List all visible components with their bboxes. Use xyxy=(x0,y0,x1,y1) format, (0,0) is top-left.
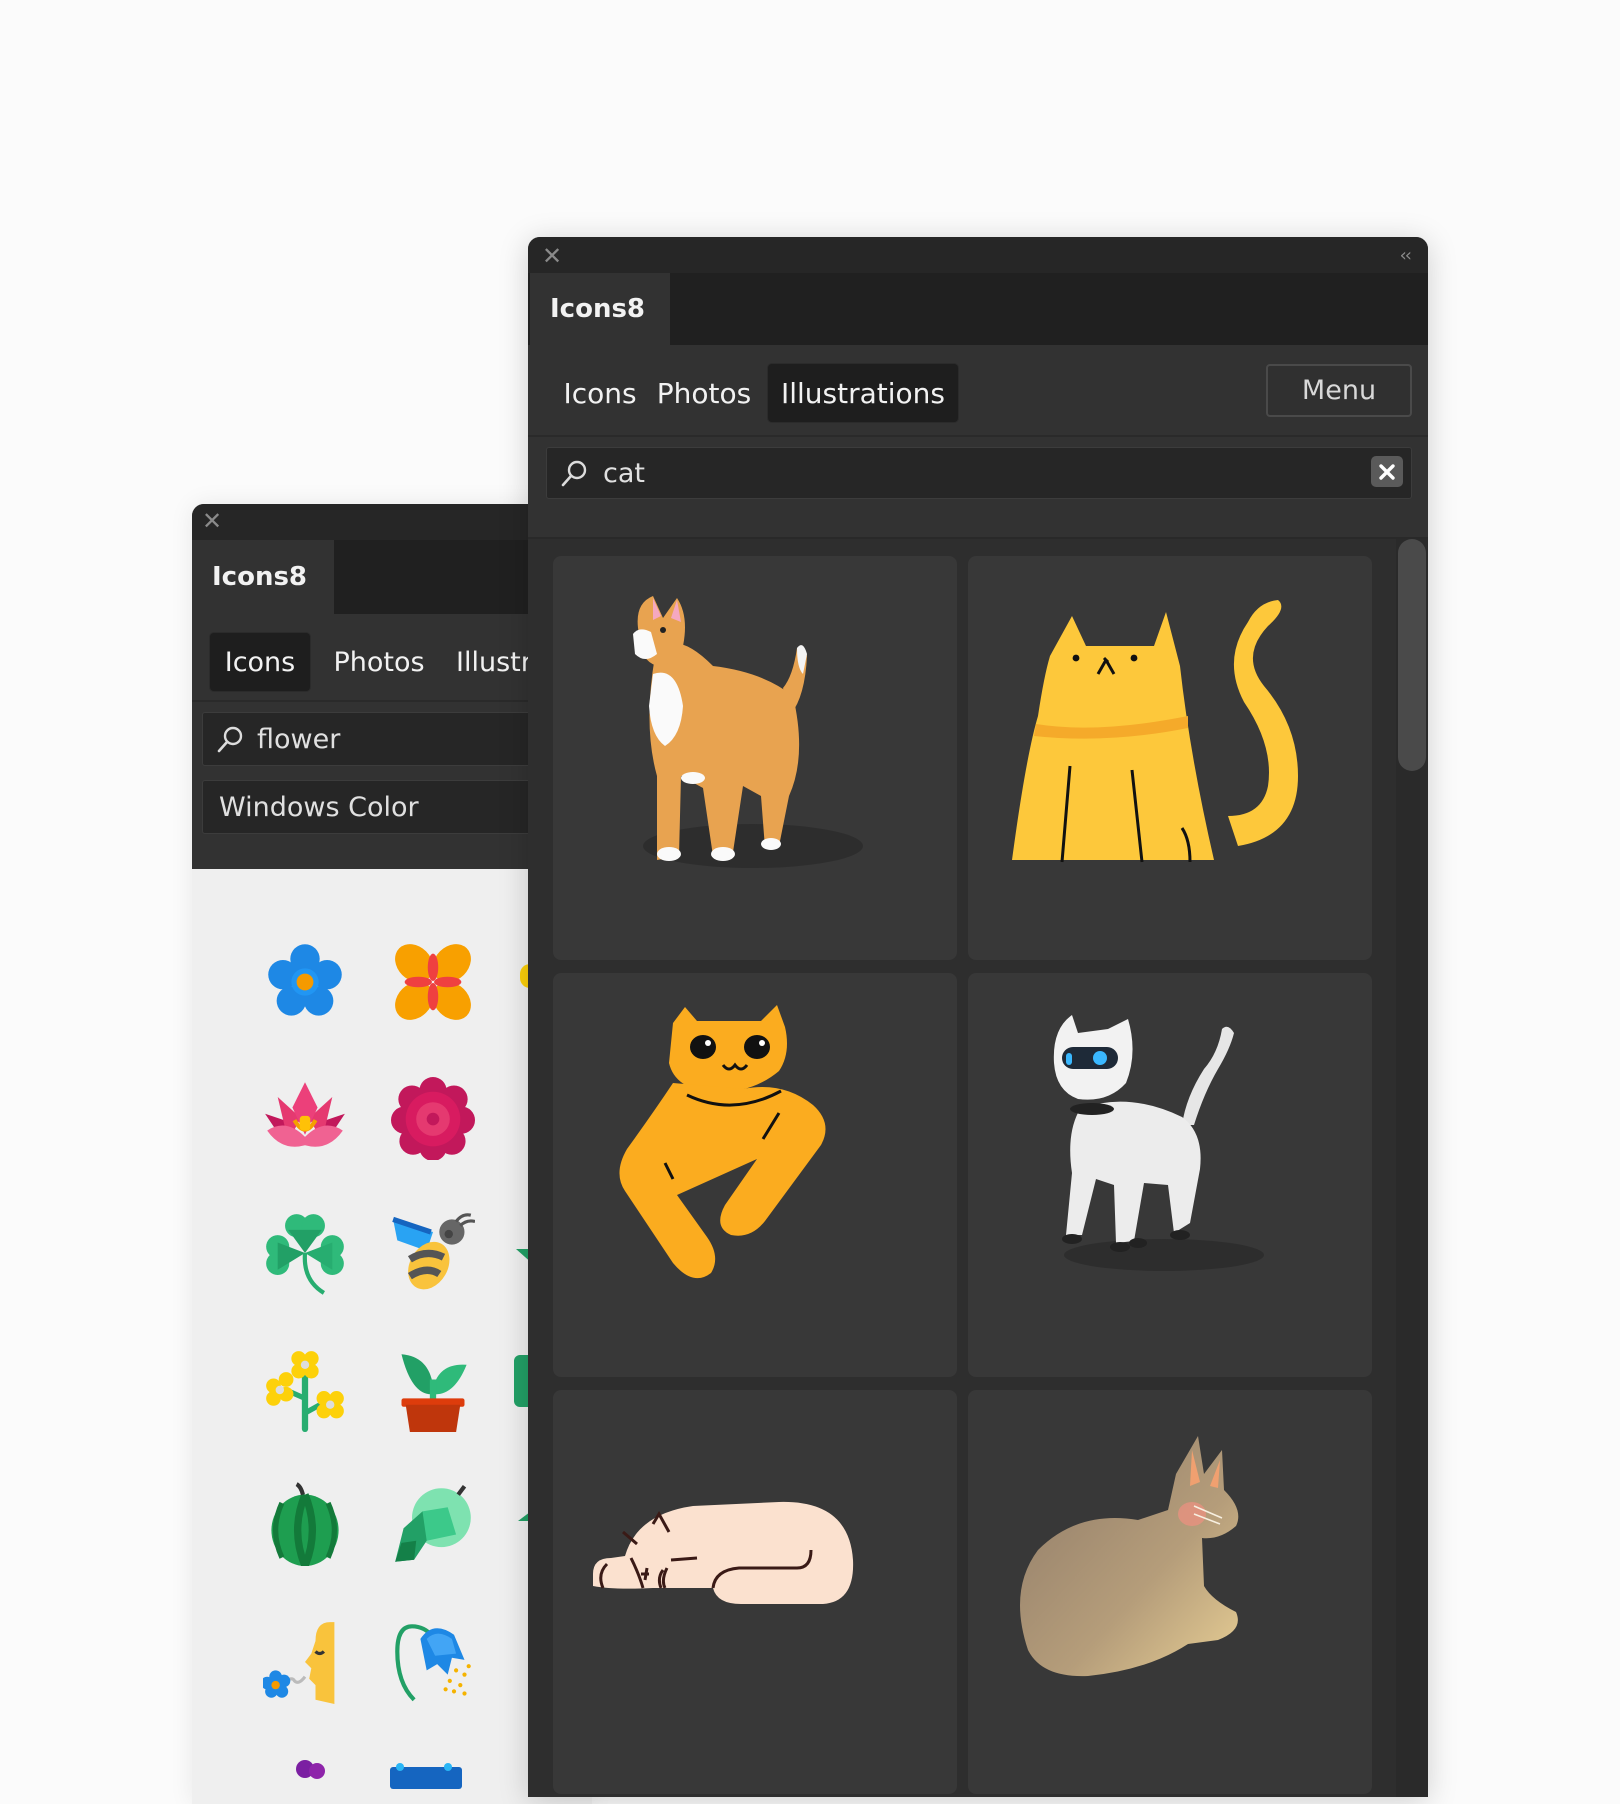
tab-icons8[interactable]: Icons8 xyxy=(192,540,334,614)
tab-label: Icons8 xyxy=(550,294,646,324)
close-icon[interactable]: ✕ xyxy=(202,509,222,533)
nav-tab-icons[interactable]: Icons xyxy=(548,364,652,422)
orange-flower-icon[interactable] xyxy=(391,940,475,1024)
scrollbar-thumb[interactable] xyxy=(1398,539,1426,771)
lotus-icon[interactable] xyxy=(263,1076,347,1160)
smell-flower-icon[interactable] xyxy=(263,1620,347,1704)
search-icon xyxy=(217,726,243,753)
blue-flower-icon[interactable] xyxy=(263,940,347,1024)
menu-button[interactable]: Menu xyxy=(1266,364,1412,417)
menu-button-label: Menu xyxy=(1301,375,1377,406)
nav-tab-label: Icons xyxy=(563,376,637,410)
hops-icon[interactable] xyxy=(391,1482,475,1566)
front-panel-titlebar: ✕ ‹‹ xyxy=(528,237,1428,274)
orange-lounging-cat-illustration[interactable] xyxy=(553,973,957,1377)
style-select-value: Windows Color xyxy=(219,791,419,823)
front-panel-tabstrip: Icons8 xyxy=(528,273,1428,345)
nav-tab-photos[interactable]: Photos xyxy=(656,364,752,422)
search-input[interactable]: flower xyxy=(202,712,584,766)
bee-icon[interactable] xyxy=(391,1211,475,1295)
nav-tab-icons[interactable]: Icons xyxy=(210,633,310,691)
clover-icon[interactable] xyxy=(263,1211,347,1295)
front-panel-search-row: cat xyxy=(528,437,1428,539)
nav-tab-label: Photos xyxy=(656,376,752,410)
yellow-sitting-cat-illustration[interactable] xyxy=(968,556,1372,960)
clear-icon xyxy=(1379,463,1395,480)
red-flower-icon[interactable] xyxy=(391,1076,475,1160)
illustration-results-grid xyxy=(528,539,1428,1797)
violet-icon[interactable] xyxy=(295,1757,325,1787)
front-panel: ✕ ‹‹ Icons8 Icons Photos Illustrations M… xyxy=(528,237,1428,1797)
nav-tab-label: Illustrations xyxy=(780,376,946,410)
nav-tab-label: Photos xyxy=(333,646,425,678)
watermelon-icon[interactable] xyxy=(263,1482,347,1566)
robot-cat-illustration[interactable] xyxy=(968,973,1372,1377)
blue-item-icon[interactable] xyxy=(388,1759,464,1789)
nav-tab-illustrations[interactable]: Illustrations xyxy=(768,364,958,422)
sleeping-cat-illustration[interactable] xyxy=(553,1390,957,1794)
nav-tab-photos[interactable]: Photos xyxy=(320,633,438,691)
style-select[interactable]: Windows Color xyxy=(202,780,584,834)
potted-plant-icon[interactable] xyxy=(391,1348,475,1432)
search-value: flower xyxy=(257,723,341,755)
tab-icons8[interactable]: Icons8 xyxy=(530,273,670,345)
rapeseed-icon[interactable] xyxy=(263,1348,347,1432)
clear-search-button[interactable] xyxy=(1371,456,1403,487)
search-value: cat xyxy=(603,457,645,489)
bluebell-pollen-icon[interactable] xyxy=(391,1620,475,1704)
nav-tab-label: Icons xyxy=(224,646,296,678)
search-input[interactable]: cat xyxy=(546,447,1412,499)
search-icon xyxy=(561,460,587,487)
tab-label: Icons8 xyxy=(212,562,308,592)
sitting-beige-cat-illustration[interactable] xyxy=(968,1390,1372,1794)
double-chevron-left-icon[interactable]: ‹‹ xyxy=(1400,245,1412,266)
3d-orange-cat-illustration[interactable] xyxy=(553,556,957,960)
front-panel-nav: Icons Photos Illustrations Menu xyxy=(528,345,1428,437)
close-icon[interactable]: ✕ xyxy=(542,244,562,268)
